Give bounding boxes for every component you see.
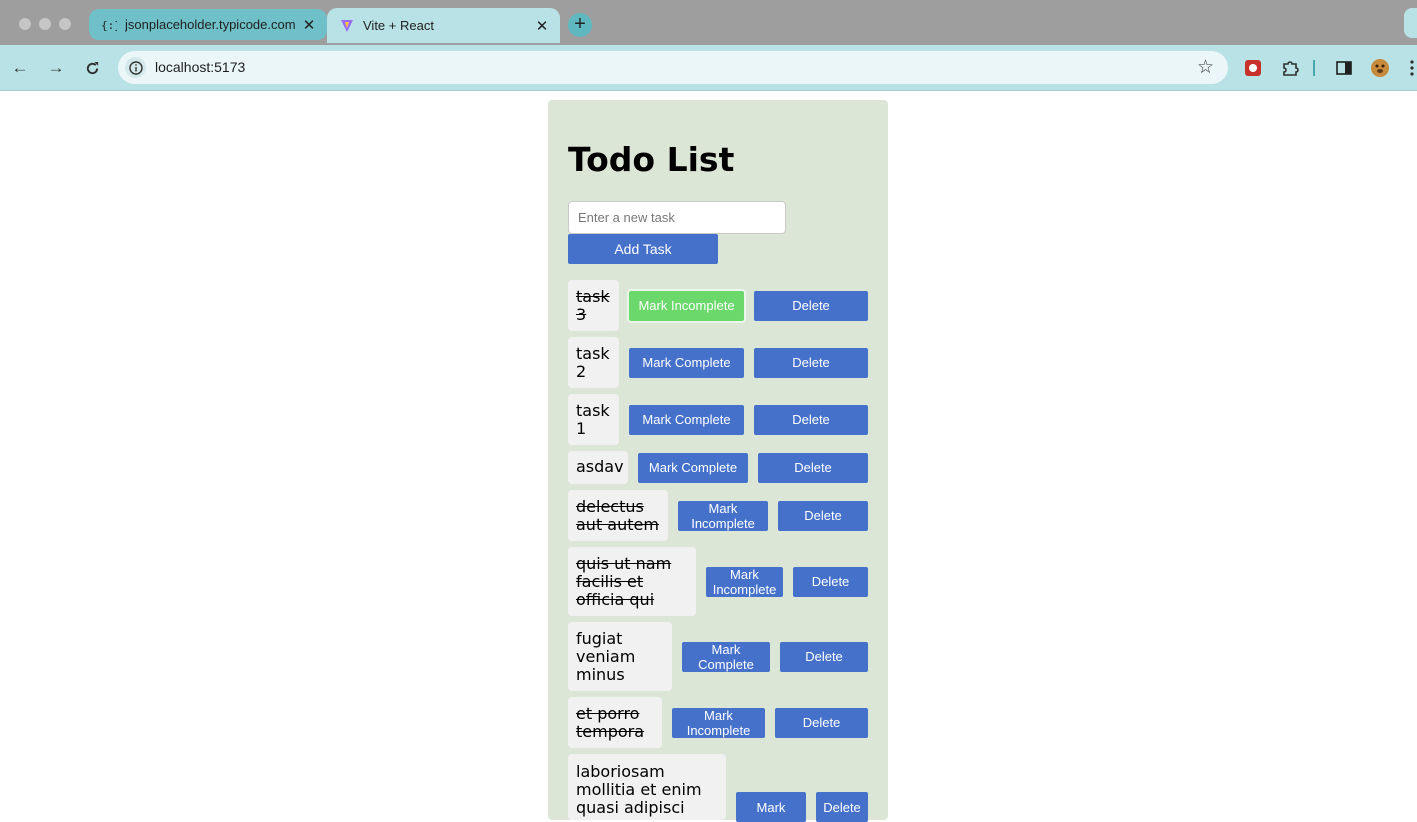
delete-button[interactable]: Delete (754, 290, 868, 321)
forward-icon[interactable]: → (45, 57, 67, 79)
delete-button[interactable]: Delete (778, 500, 868, 531)
todo-app-panel: Todo List Add Task task 3 Mark Incomplet… (548, 100, 888, 822)
svg-text:{:}: {:} (101, 19, 117, 32)
add-task-button[interactable]: Add Task (568, 234, 718, 264)
back-icon[interactable]: ← (9, 57, 31, 79)
task-row: task 1 Mark Complete Delete (568, 394, 868, 445)
delete-button[interactable]: Delete (780, 641, 868, 672)
task-label: task 2 (568, 337, 619, 388)
close-tab-icon[interactable]: ✕ (532, 17, 552, 35)
new-tab-button[interactable]: + (568, 13, 592, 37)
task-label: quis ut nam facilis et officia qui (568, 547, 696, 616)
delete-button[interactable]: Delete (754, 404, 868, 435)
extension-icon[interactable] (1243, 58, 1263, 78)
tab-title: Vite + React (363, 18, 434, 33)
toggle-complete-button[interactable]: Mark Complete (682, 641, 770, 672)
task-label: fugiat veniam minus (568, 622, 672, 691)
delete-button[interactable]: Delete (758, 452, 868, 483)
task-row: fugiat veniam minus Mark Complete Delete (568, 622, 868, 691)
toggle-complete-button[interactable]: Mark Incomplete (678, 500, 768, 531)
address-bar[interactable]: localhost:5173 ☆ (118, 51, 1228, 84)
tab-search-button[interactable] (1404, 8, 1417, 38)
task-row: task 2 Mark Complete Delete (568, 337, 868, 388)
site-info-icon[interactable] (125, 57, 146, 78)
window-minimize-control[interactable] (39, 18, 51, 30)
toggle-complete-button[interactable]: Mark Incomplete (672, 707, 765, 738)
tab-strip: {:} jsonplaceholder.typicode.com ✕ Vite … (0, 0, 1417, 45)
page-title: Todo List (568, 140, 735, 179)
delete-button[interactable]: Delete (816, 792, 868, 822)
task-label: delectus aut autem (568, 490, 668, 541)
delete-button[interactable]: Delete (754, 347, 868, 378)
toolbar-divider (1310, 58, 1318, 78)
toggle-complete-button[interactable]: Mark Complete (629, 404, 744, 435)
toggle-complete-button[interactable]: Mark Incomplete (706, 566, 783, 597)
task-row: asdav Mark Complete Delete (568, 451, 868, 484)
profile-avatar[interactable] (1370, 58, 1390, 78)
task-label: task 1 (568, 394, 619, 445)
tab-vite-react[interactable]: Vite + React ✕ (327, 8, 560, 43)
close-tab-icon[interactable]: ✕ (299, 16, 319, 34)
browser-toolbar: ← → localhost:5173 ☆ (0, 45, 1417, 91)
toggle-complete-button[interactable]: Mark Complete (629, 347, 744, 378)
task-row: delectus aut autem Mark Incomplete Delet… (568, 490, 868, 541)
task-row: task 3 Mark Incomplete Delete (568, 280, 868, 331)
task-row: quis ut nam facilis et officia qui Mark … (568, 547, 868, 616)
window-close-control[interactable] (19, 18, 31, 30)
side-panel-icon[interactable] (1334, 58, 1354, 78)
bookmark-star-icon[interactable]: ☆ (1197, 56, 1214, 79)
extensions-puzzle-icon[interactable] (1280, 58, 1300, 78)
tab-title: jsonplaceholder.typicode.com (125, 17, 296, 32)
delete-button[interactable]: Delete (775, 707, 868, 738)
task-label: task 3 (568, 280, 619, 331)
vite-favicon-icon (339, 18, 355, 34)
reload-icon[interactable] (81, 57, 103, 79)
new-task-input[interactable] (568, 201, 786, 234)
toggle-complete-button[interactable]: Mark Incomplete (627, 288, 746, 323)
task-label: asdav (568, 451, 628, 484)
task-row: et porro tempora Mark Incomplete Delete (568, 697, 868, 748)
task-label: laboriosam mollitia et enim quasi adipis… (568, 754, 726, 820)
tab-jsonplaceholder[interactable]: {:} jsonplaceholder.typicode.com ✕ (89, 9, 327, 40)
toggle-complete-button[interactable]: Mark (736, 792, 806, 822)
window-zoom-control[interactable] (59, 18, 71, 30)
browser-menu-icon[interactable] (1406, 58, 1417, 78)
task-row: laboriosam mollitia et enim quasi adipis… (568, 754, 868, 822)
delete-button[interactable]: Delete (793, 566, 868, 597)
toggle-complete-button[interactable]: Mark Complete (638, 452, 748, 483)
task-label: et porro tempora (568, 697, 662, 748)
json-favicon-icon: {:} (101, 17, 117, 33)
url-text: localhost:5173 (155, 59, 246, 75)
